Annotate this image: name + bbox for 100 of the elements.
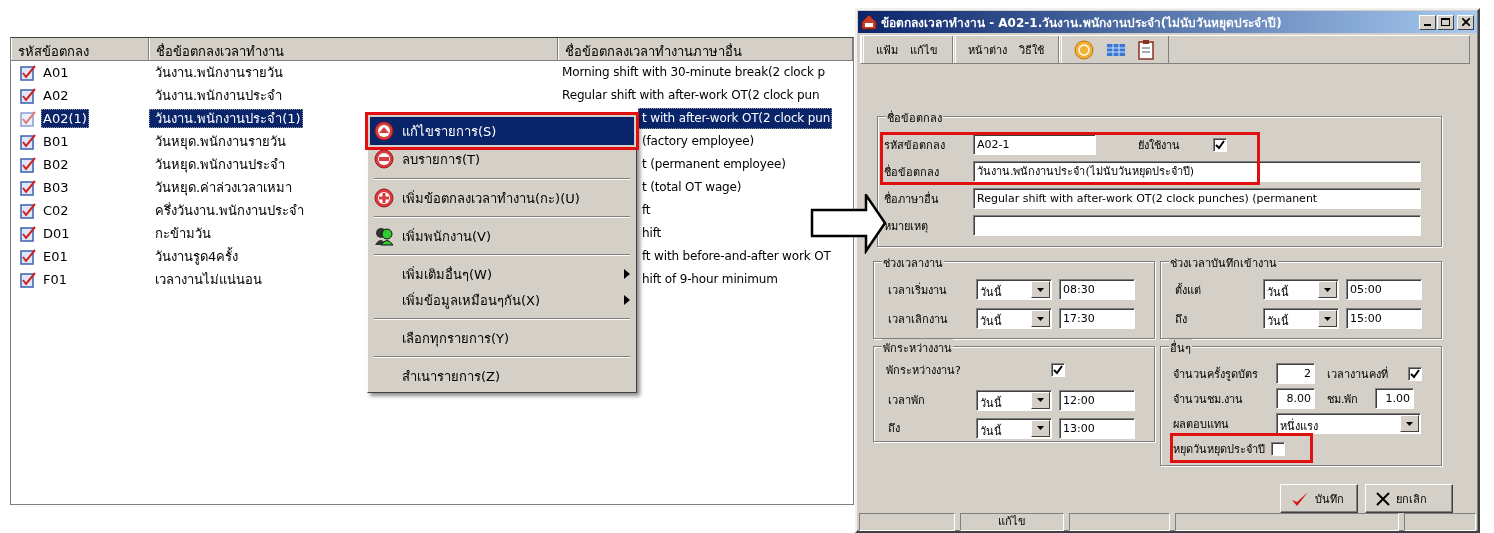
maximize-icon — [1441, 18, 1450, 26]
menu-item[interactable]: เพิ่มข้อตกลงเวลาทำงาน(กะ)(U) — [370, 185, 634, 211]
table-cell-text: B03 — [42, 179, 70, 197]
checked-document-icon — [20, 179, 36, 196]
cancel-button[interactable]: ยกเลิก — [1365, 484, 1453, 513]
field-label: ยังใช้งาน — [1138, 137, 1181, 154]
table-cell: วันงาน.พนักงานประจำ(1) — [149, 109, 303, 128]
check-icon — [1291, 490, 1309, 507]
dropdown[interactable]: วันนี้ — [976, 308, 1052, 329]
table-cell-text: กะข้ามวัน — [154, 225, 212, 243]
coin-icon[interactable] — [1074, 39, 1094, 60]
table-cell-text: A01 — [42, 64, 70, 82]
input-field[interactable]: 2 — [1276, 363, 1315, 384]
field-label: ชื่อภาษาอื่น — [884, 190, 940, 208]
field-label: เวลาเลิกงาน — [888, 311, 949, 328]
menu-item[interactable]: เพิ่มข้อมูลเหมือนๆกัน(X) — [370, 287, 634, 313]
status-bar-panel — [1404, 513, 1476, 531]
check-icon — [1215, 139, 1225, 150]
menu-item[interactable]: แฟ้ม — [876, 40, 898, 59]
minimize-button[interactable] — [1419, 14, 1436, 30]
table-cell-text: hift — [641, 225, 663, 242]
menu-item[interactable]: วิธีใช้ — [1019, 40, 1044, 59]
table-cell-text: วันงานรูด4ครั้ง — [154, 247, 240, 266]
submenu-arrow-icon — [624, 295, 630, 305]
input-field[interactable]: 15:00 — [1346, 308, 1422, 329]
dropdown[interactable]: หนึ่งแรง — [1276, 413, 1421, 434]
input-field[interactable]: 12:00 — [1059, 389, 1135, 411]
menu-item[interactable]: เลือกทุกรายการ(Y) — [370, 325, 634, 351]
dropdown[interactable]: วันนี้ — [1263, 279, 1339, 300]
table-icon[interactable] — [1106, 41, 1126, 58]
column-header[interactable]: รหัสข้อตกลง — [11, 38, 149, 60]
field-label: จำนวนชม.งาน — [1173, 391, 1245, 408]
input-field[interactable]: 17:30 — [1059, 308, 1135, 329]
maximize-button[interactable] — [1437, 14, 1454, 30]
menu-item[interactable]: ลบรายการ(T) — [370, 145, 634, 173]
table-cell-text: Morning shift with 30-minute break(2 clock p — [561, 64, 826, 81]
menu-item[interactable]: แก้ไข — [910, 40, 938, 59]
checked-document-icon — [20, 64, 36, 81]
input-field[interactable]: 05:00 — [1346, 279, 1422, 300]
table-cell-text: วันงาน.พนักงานประจำ — [154, 87, 284, 105]
house-icon — [861, 14, 877, 30]
table-cell-text: วันหยุด.พนักงานประจำ — [154, 156, 287, 174]
checked-document-icon — [20, 156, 36, 173]
save-button[interactable]: บันทึก — [1280, 484, 1358, 513]
check-icon — [1053, 364, 1063, 375]
check-icon — [1410, 368, 1420, 379]
input-field[interactable]: Regular shift with after-work OT(2 clock punches) (permanent — [973, 188, 1421, 209]
table-cell-text: ft — [641, 202, 652, 219]
checked-document-icon — [20, 271, 36, 288]
table-cell-text: ครึ่งวันงาน.พนักงานประจำ — [154, 201, 306, 220]
table-cell-text: F01 — [42, 271, 69, 289]
menu-item[interactable]: หน้าต่าง — [968, 40, 1007, 59]
field-label: จำนวนครั้งรูดบัตร — [1173, 366, 1259, 383]
table-cell-text: t (total OT wage) — [641, 179, 743, 196]
window-title: ข้อตกลงเวลาทำงาน - A02-1.วันงาน.พนักงานประจำ(ไม่นับวันหยุดประจำปี) — [881, 14, 1283, 32]
dropdown[interactable]: วันนี้ — [976, 417, 1052, 439]
table-cell-text: A02 — [42, 87, 70, 105]
table-cell-text: t (permanent employee) — [641, 156, 787, 173]
table-cell-text: วันหยุด.พนักงานรายวัน — [154, 133, 288, 151]
checked-document-icon — [20, 225, 36, 242]
submenu-arrow-icon — [624, 269, 630, 279]
cross-icon — [1376, 491, 1390, 506]
clipboard-icon[interactable] — [1138, 39, 1154, 60]
dropdown[interactable]: วันนี้ — [976, 279, 1052, 300]
input-field[interactable]: A02-1 — [973, 134, 1096, 155]
menu-item[interactable]: เพิ่มเติมอื่นๆ(W) — [370, 261, 634, 287]
table-cell-text: E01 — [42, 248, 69, 266]
input-field[interactable]: วันงาน.พนักงานประจำ(ไม่นับวันหยุดประจำปี) — [973, 161, 1421, 182]
close-button[interactable] — [1457, 14, 1474, 30]
input-field[interactable]: 13:00 — [1059, 417, 1135, 439]
table-cell-text: ft with before-and-after work OT — [641, 248, 832, 265]
dropdown[interactable]: วันนี้ — [1263, 308, 1339, 329]
input-field[interactable]: 8.00 — [1276, 388, 1315, 409]
checkbox[interactable] — [1051, 362, 1065, 377]
menu-item[interactable]: เพิ่มพนักงาน(V) — [370, 223, 634, 249]
menu-item[interactable]: สำเนารายการ(Z) — [370, 363, 634, 389]
checkbox[interactable] — [1271, 441, 1285, 456]
caret-icon — [1324, 316, 1331, 321]
table-cell-text: Regular shift with after-work OT(2 clock pun — [561, 87, 821, 104]
checked-document-icon — [20, 110, 36, 127]
table-cell: A02(1) — [41, 109, 89, 128]
caret-icon — [1406, 421, 1413, 426]
checkbox[interactable] — [1408, 366, 1422, 381]
table-cell-text: hift of 9-hour minimum — [641, 271, 779, 288]
input-field[interactable]: 1.00 — [1375, 388, 1414, 409]
table-cell-text: วันงาน.พนักงานรายวัน — [154, 64, 285, 82]
field-label: ถึง — [1175, 311, 1188, 328]
column-header[interactable]: ชื่อข้อตกลงเวลาทำงานภาษาอื่น — [558, 38, 853, 60]
input-field[interactable]: 08:30 — [1059, 279, 1135, 300]
checkbox[interactable] — [1213, 137, 1227, 152]
dropdown[interactable]: วันนี้ — [976, 389, 1052, 411]
field-label: เวลาเริ่มงาน — [888, 281, 948, 299]
checked-document-icon — [20, 133, 36, 150]
column-header[interactable]: ชื่อข้อตกลงเวลาทำงาน — [149, 38, 558, 60]
plus-circle-icon — [374, 188, 394, 208]
field-label: ผลตอบแทน — [1173, 416, 1230, 433]
table-cell-text: D01 — [42, 225, 71, 243]
table-cell-text: B01 — [42, 133, 70, 151]
field-label: หมายเหตุ — [884, 218, 929, 235]
input-field[interactable] — [973, 215, 1421, 236]
